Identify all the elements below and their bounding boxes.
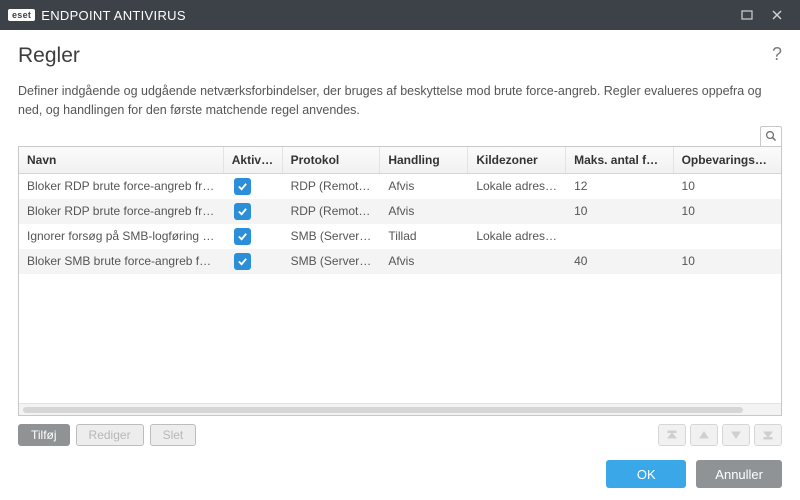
cancel-button[interactable]: Annuller [696, 460, 782, 488]
cell-name: Bloker SMB brute force-angreb fra ... [19, 248, 224, 274]
col-max[interactable]: Maks. antal forsøg [566, 147, 673, 173]
page-description: Definer indgående og udgående netværksfo… [18, 82, 778, 120]
cell-source: Lokale adress... [468, 223, 566, 249]
table-row[interactable]: Bloker RDP brute force-angreb fra ... RDP… [19, 199, 781, 224]
search-button[interactable] [760, 126, 782, 146]
cell-retention: 10 [674, 174, 781, 200]
cell-source [468, 205, 566, 217]
cell-protocol: RDP (Remote... [283, 174, 381, 200]
col-action[interactable]: Handling [380, 147, 468, 173]
cell-source [468, 255, 566, 267]
move-down-button[interactable] [722, 424, 750, 446]
cell-protocol: SMB (Server ... [283, 223, 381, 249]
table-row[interactable]: Bloker RDP brute force-angreb fra ... RDP… [19, 174, 781, 199]
checkbox-checked-icon[interactable] [234, 253, 251, 270]
table-row[interactable]: Ignorer forsøg på SMB-logføring f... SMB … [19, 224, 781, 249]
cell-retention: 10 [674, 248, 781, 274]
cell-name: Ignorer forsøg på SMB-logføring f... [19, 223, 224, 249]
page-title: Regler [18, 44, 80, 68]
cell-action: Afvis [380, 198, 468, 224]
cell-max: 10 [566, 198, 673, 224]
chevron-down-icon [730, 429, 742, 441]
col-enabled[interactable]: Aktiveret [224, 147, 283, 173]
cell-source: Lokale adress... [468, 174, 566, 200]
cell-max [566, 230, 673, 242]
rules-table: Navn Aktiveret Protokol Handling Kildezo… [18, 146, 782, 417]
cell-protocol: RDP (Remote... [283, 198, 381, 224]
col-retention[interactable]: Opbevaringsperiode [674, 147, 781, 173]
scrollbar-thumb[interactable] [23, 407, 743, 413]
cell-retention [674, 230, 781, 242]
cell-action: Afvis [380, 174, 468, 200]
table-body: Bloker RDP brute force-angreb fra ... RDP… [19, 174, 781, 404]
cell-enabled[interactable] [224, 247, 283, 276]
delete-button[interactable]: Slet [150, 424, 197, 446]
cell-action: Tillad [380, 223, 468, 249]
horizontal-scrollbar[interactable] [19, 403, 781, 415]
move-bottom-button[interactable] [754, 424, 782, 446]
brand-text: ENDPOINT ANTIVIRUS [41, 8, 186, 23]
move-top-button[interactable] [658, 424, 686, 446]
help-icon[interactable]: ? [772, 44, 782, 65]
titlebar: eset ENDPOINT ANTIVIRUS [0, 0, 800, 30]
minimize-button[interactable] [732, 0, 762, 30]
col-source[interactable]: Kildezoner [468, 147, 566, 173]
table-header: Navn Aktiveret Protokol Handling Kildezo… [19, 147, 781, 174]
cell-protocol: SMB (Server ... [283, 248, 381, 274]
cell-name: Bloker RDP brute force-angreb fra ... [19, 174, 224, 200]
chevron-up-icon [698, 429, 710, 441]
cell-retention: 10 [674, 198, 781, 224]
checkbox-checked-icon[interactable] [234, 178, 251, 195]
chevron-bottom-icon [762, 429, 774, 441]
cell-action: Afvis [380, 248, 468, 274]
checkbox-checked-icon[interactable] [234, 203, 251, 220]
close-button[interactable] [762, 0, 792, 30]
add-button[interactable]: Tilføj [18, 424, 70, 446]
brand-badge: eset [8, 9, 35, 21]
col-name[interactable]: Navn [19, 147, 224, 173]
edit-button[interactable]: Rediger [76, 424, 144, 446]
brand: eset ENDPOINT ANTIVIRUS [8, 8, 186, 23]
cell-name: Bloker RDP brute force-angreb fra ... [19, 198, 224, 224]
chevron-top-icon [666, 429, 678, 441]
table-row[interactable]: Bloker SMB brute force-angreb fra ... SMB… [19, 249, 781, 274]
move-up-button[interactable] [690, 424, 718, 446]
ok-button[interactable]: OK [606, 460, 686, 488]
cell-max: 12 [566, 174, 673, 200]
col-protocol[interactable]: Protokol [283, 147, 381, 173]
checkbox-checked-icon[interactable] [234, 228, 251, 245]
cell-max: 40 [566, 248, 673, 274]
search-icon [765, 130, 777, 142]
